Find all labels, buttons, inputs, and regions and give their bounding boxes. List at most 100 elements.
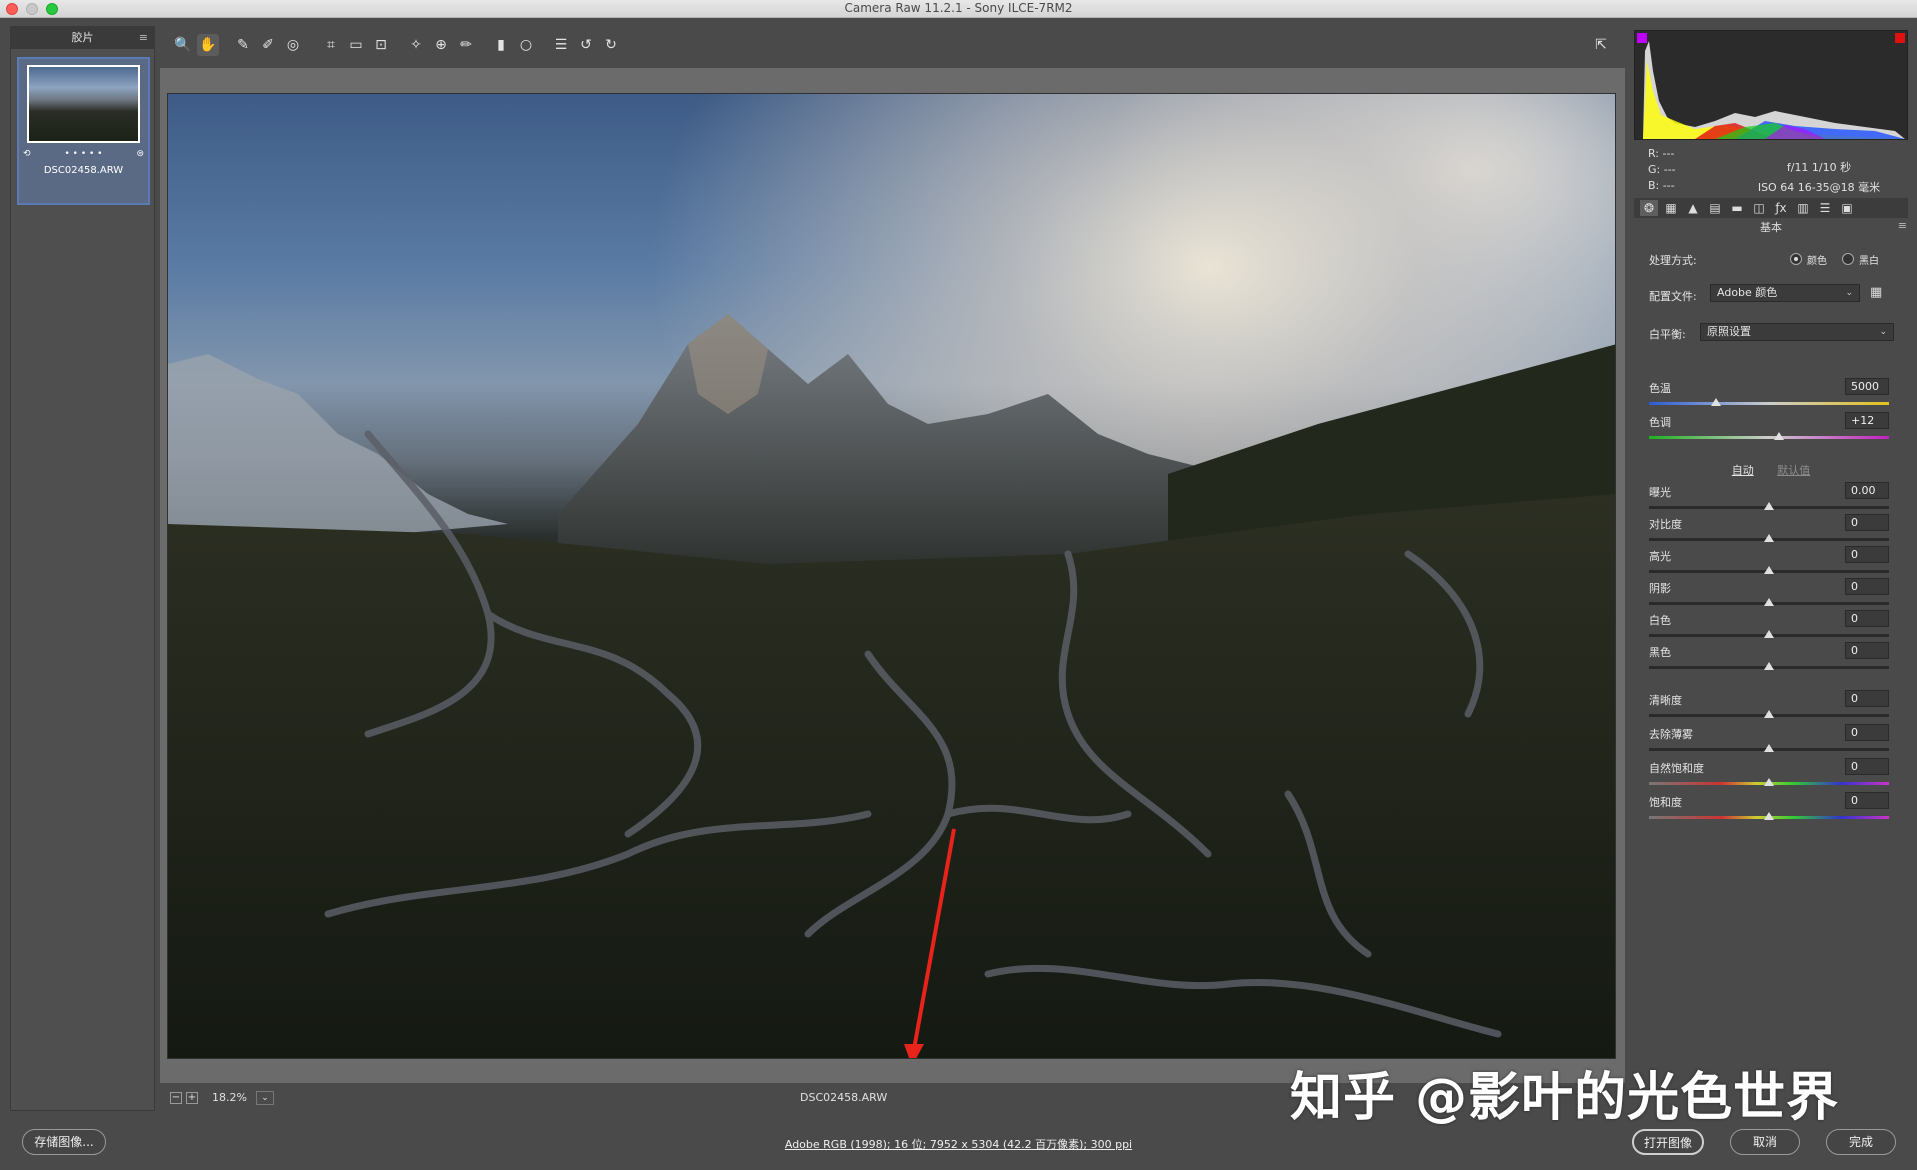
slider-handle[interactable] — [1764, 662, 1774, 670]
slider-value-field[interactable]: 0.00 — [1845, 482, 1889, 499]
slider-label: 白色 — [1649, 614, 1671, 627]
slider-track[interactable] — [1649, 436, 1889, 439]
preferences-icon[interactable]: ☰ — [550, 34, 572, 56]
panel-tab-9-icon[interactable]: ▣ — [1838, 200, 1856, 216]
treatment-color-radio[interactable] — [1790, 253, 1802, 265]
rotate-left-icon[interactable]: ⟲ — [23, 149, 31, 161]
cancel-button[interactable]: 取消 — [1730, 1129, 1800, 1155]
panel-title: 基本 — [1760, 221, 1782, 234]
auto-link[interactable]: 自动 — [1732, 464, 1754, 477]
slider-handle[interactable] — [1764, 502, 1774, 510]
hand-tool-icon[interactable]: ✋ — [197, 34, 219, 56]
crop-tool-icon[interactable]: ⌗ — [320, 34, 342, 56]
adjustment-brush-icon[interactable]: ✏ — [455, 34, 477, 56]
zoom-level: 18.2% — [212, 1091, 247, 1104]
slider-handle[interactable] — [1764, 812, 1774, 820]
slider-sliders_tone-5[interactable]: 黑色 0 — [1649, 642, 1889, 674]
aperture-shutter: f/11 1/10 秒 — [1786, 161, 1852, 174]
readout-b: B: --- — [1648, 179, 1675, 192]
zoom-in-button[interactable]: + — [186, 1092, 198, 1104]
slider-handle[interactable] — [1764, 566, 1774, 574]
radial-filter-icon[interactable]: ○ — [515, 34, 537, 56]
rotate-ccw-icon[interactable]: ↺ — [575, 34, 597, 56]
slider-value-field[interactable]: 0 — [1845, 642, 1889, 659]
slider-handle[interactable] — [1764, 710, 1774, 718]
zoom-dropdown[interactable]: ⌄ — [256, 1091, 274, 1105]
slider-sliders_tone-1[interactable]: 对比度 0 — [1649, 514, 1889, 546]
spot-removal-tool-icon[interactable]: ✧ — [405, 34, 427, 56]
slider-label: 黑色 — [1649, 646, 1671, 659]
adjustments-panel: R: --- G: --- B: --- f/11 1/10 秒 ISO 64 … — [1630, 26, 1913, 1111]
slider-handle[interactable] — [1764, 598, 1774, 606]
done-button[interactable]: 完成 — [1826, 1129, 1896, 1155]
panel-tab-4-icon[interactable]: ▬ — [1728, 200, 1746, 216]
slider-value-field[interactable]: 0 — [1845, 792, 1889, 809]
slider-sliders_tone-0[interactable]: 曝光 0.00 — [1649, 482, 1889, 514]
panel-tab-8-icon[interactable]: ☰ — [1816, 200, 1834, 216]
default-link[interactable]: 默认值 — [1777, 464, 1810, 477]
white-balance-dropdown[interactable]: 原照设置 ⌄ — [1700, 323, 1894, 341]
filmstrip-menu-icon[interactable]: ≡ — [139, 27, 148, 49]
panel-tab-0-icon[interactable]: ❂ — [1640, 200, 1658, 216]
targeted-adjustment-tool-icon[interactable]: ◎ — [282, 34, 304, 56]
slider-value-field[interactable]: 0 — [1845, 514, 1889, 531]
camera-settings: f/11 1/10 秒 ISO 64 16-35@18 毫米 — [1734, 158, 1904, 198]
photo-preview[interactable] — [167, 93, 1616, 1059]
slider-sliders_tone-3[interactable]: 阴影 0 — [1649, 578, 1889, 610]
slider-sliders_presence-3[interactable]: 饱和度 0 — [1649, 792, 1889, 824]
slider-handle[interactable] — [1773, 432, 1784, 440]
panel-tab-3-icon[interactable]: ▤ — [1706, 200, 1724, 216]
panel-tab-1-icon[interactable]: ▦ — [1662, 200, 1680, 216]
slider-sliders_wb-1[interactable]: 色调 +12 — [1649, 412, 1889, 444]
open-image-button[interactable]: 打开图像 — [1632, 1129, 1704, 1155]
preview-filename: DSC02458.ARW — [800, 1091, 888, 1104]
slider-value-field[interactable]: +12 — [1845, 412, 1889, 429]
graduated-filter-icon[interactable]: ▮ — [490, 34, 512, 56]
panel-tab-7-icon[interactable]: ▥ — [1794, 200, 1812, 216]
shadow-clipping-warning-icon[interactable] — [1637, 33, 1647, 43]
treatment-color-label: 颜色 — [1807, 256, 1827, 267]
slider-value-field[interactable]: 5000 — [1845, 378, 1889, 395]
slider-value-field[interactable]: 0 — [1845, 610, 1889, 627]
slider-label: 对比度 — [1649, 518, 1682, 531]
rotate-cw-icon[interactable]: ↻ — [600, 34, 622, 56]
fullscreen-icon[interactable]: ⇱ — [1590, 34, 1612, 56]
slider-sliders_presence-0[interactable]: 清晰度 0 — [1649, 690, 1889, 722]
slider-handle[interactable] — [1764, 744, 1774, 752]
slider-sliders_presence-2[interactable]: 自然饱和度 0 — [1649, 758, 1889, 790]
panel-tab-6-icon[interactable]: ƒx — [1772, 200, 1790, 216]
slider-value-field[interactable]: 0 — [1845, 546, 1889, 563]
slider-value-field[interactable]: 0 — [1845, 578, 1889, 595]
highlight-clipping-warning-icon[interactable] — [1895, 33, 1905, 43]
slider-handle[interactable] — [1711, 398, 1722, 406]
treatment-bw-radio[interactable] — [1842, 253, 1854, 265]
profile-dropdown[interactable]: Adobe 颜色 ⌄ — [1710, 284, 1860, 302]
slider-label: 去除薄雾 — [1649, 728, 1693, 741]
slider-sliders_presence-1[interactable]: 去除薄雾 0 — [1649, 724, 1889, 756]
slider-value-field[interactable]: 0 — [1845, 758, 1889, 775]
workflow-options-link[interactable]: Adobe RGB (1998); 16 位; 7952 x 5304 (42.… — [0, 1136, 1917, 1152]
zoom-out-button[interactable]: − — [170, 1092, 182, 1104]
slider-sliders_tone-4[interactable]: 白色 0 — [1649, 610, 1889, 642]
rating-dots[interactable]: • • • • • — [65, 149, 103, 161]
red-eye-tool-icon[interactable]: ⊕ — [430, 34, 452, 56]
slider-track[interactable] — [1649, 402, 1889, 405]
slider-sliders_wb-0[interactable]: 色温 5000 — [1649, 378, 1889, 410]
straighten-tool-icon[interactable]: ▭ — [345, 34, 367, 56]
filmstrip-thumbnail[interactable]: ⟲ • • • • • ⊜ DSC02458.ARW — [17, 57, 150, 205]
slider-sliders_tone-2[interactable]: 高光 0 — [1649, 546, 1889, 578]
slider-value-field[interactable]: 0 — [1845, 724, 1889, 741]
panel-menu-icon[interactable]: ≡ — [1898, 219, 1907, 232]
slider-handle[interactable] — [1764, 534, 1774, 542]
slider-label: 饱和度 — [1649, 796, 1682, 809]
panel-tab-5-icon[interactable]: ◫ — [1750, 200, 1768, 216]
transform-tool-icon[interactable]: ⊡ — [370, 34, 392, 56]
white-balance-tool-icon[interactable]: ✎ — [232, 34, 254, 56]
zoom-tool-icon[interactable]: 🔍 — [172, 34, 194, 56]
slider-value-field[interactable]: 0 — [1845, 690, 1889, 707]
profile-browser-icon[interactable]: ▦ — [1870, 285, 1882, 300]
slider-handle[interactable] — [1764, 778, 1774, 786]
slider-handle[interactable] — [1764, 630, 1774, 638]
panel-tab-2-icon[interactable]: ▲ — [1684, 200, 1702, 216]
color-sampler-tool-icon[interactable]: ✐ — [257, 34, 279, 56]
